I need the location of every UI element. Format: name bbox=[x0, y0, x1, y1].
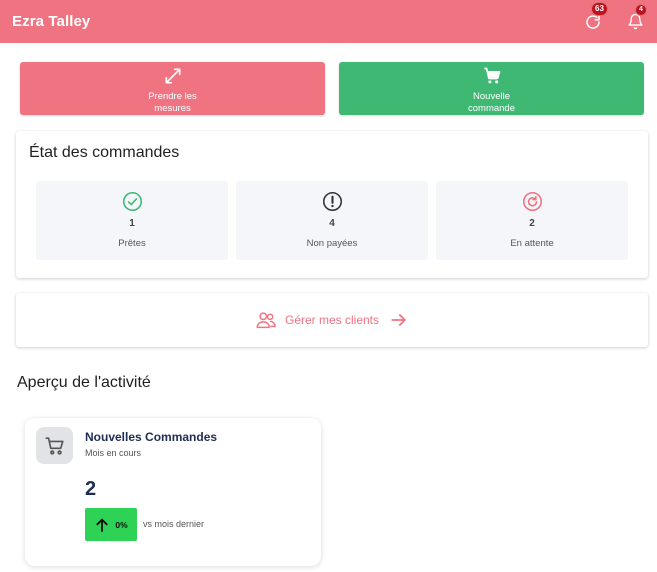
notification-badge: 4 bbox=[635, 3, 647, 16]
expand-arrows-icon bbox=[165, 68, 180, 84]
status-ready-label: Prêtes bbox=[118, 238, 146, 249]
sync-badge: 63 bbox=[591, 1, 608, 16]
sync-button[interactable]: 63 bbox=[583, 1, 608, 32]
alert-circle-icon bbox=[322, 191, 342, 212]
new-order-button[interactable]: Nouvelle commande bbox=[339, 62, 644, 115]
check-circle-icon bbox=[122, 191, 142, 212]
status-pending[interactable]: 2 En attente bbox=[436, 181, 628, 260]
manage-clients-button[interactable]: Gérer mes clients bbox=[16, 293, 648, 347]
app-header: Ezra Talley 63 4 bbox=[0, 0, 657, 43]
status-unpaid-count: 4 bbox=[329, 218, 335, 229]
order-status-card: État des commandes 1 Prêtes 4 Non payées… bbox=[16, 131, 648, 278]
new-orders-value: 2 bbox=[85, 478, 97, 500]
status-pending-count: 2 bbox=[529, 218, 535, 229]
new-order-label: Nouvelle commande bbox=[468, 91, 515, 114]
status-ready[interactable]: 1 Prêtes bbox=[36, 181, 228, 260]
new-orders-subtitle: Mois en cours bbox=[85, 448, 142, 458]
status-unpaid-label: Non payées bbox=[306, 238, 358, 249]
take-measurements-button[interactable]: Prendre les mesures bbox=[20, 62, 325, 115]
trend-percent: 0% bbox=[115, 519, 128, 530]
user-name: Ezra Talley bbox=[12, 13, 91, 30]
status-ready-count: 1 bbox=[129, 218, 135, 229]
status-pending-label: En attente bbox=[510, 238, 554, 249]
new-orders-title: Nouvelles Commandes bbox=[85, 430, 218, 444]
bell-icon bbox=[627, 13, 643, 30]
order-status-title: État des commandes bbox=[29, 144, 180, 161]
status-unpaid[interactable]: 4 Non payées bbox=[236, 181, 428, 260]
trend-note: vs mois dernier bbox=[143, 519, 205, 529]
cart-icon-box bbox=[36, 427, 73, 464]
take-measurements-label: Prendre les mesures bbox=[148, 91, 197, 114]
activity-section-title: Aperçu de l'activité bbox=[17, 374, 151, 391]
cart-outline-icon bbox=[44, 436, 64, 455]
trend-badge: 0% bbox=[85, 508, 137, 541]
manage-clients-label: Gérer mes clients bbox=[284, 313, 380, 327]
new-orders-card[interactable]: Nouvelles Commandes Mois en cours 2 0% v… bbox=[25, 418, 321, 566]
arrow-up-icon bbox=[96, 518, 108, 532]
users-icon bbox=[256, 312, 276, 329]
notifications-button[interactable]: 4 bbox=[625, 3, 647, 32]
refresh-circle-icon bbox=[522, 191, 542, 212]
arrow-right-icon bbox=[391, 314, 406, 326]
cart-icon bbox=[484, 67, 500, 84]
header-icons: 63 4 bbox=[583, 1, 647, 32]
